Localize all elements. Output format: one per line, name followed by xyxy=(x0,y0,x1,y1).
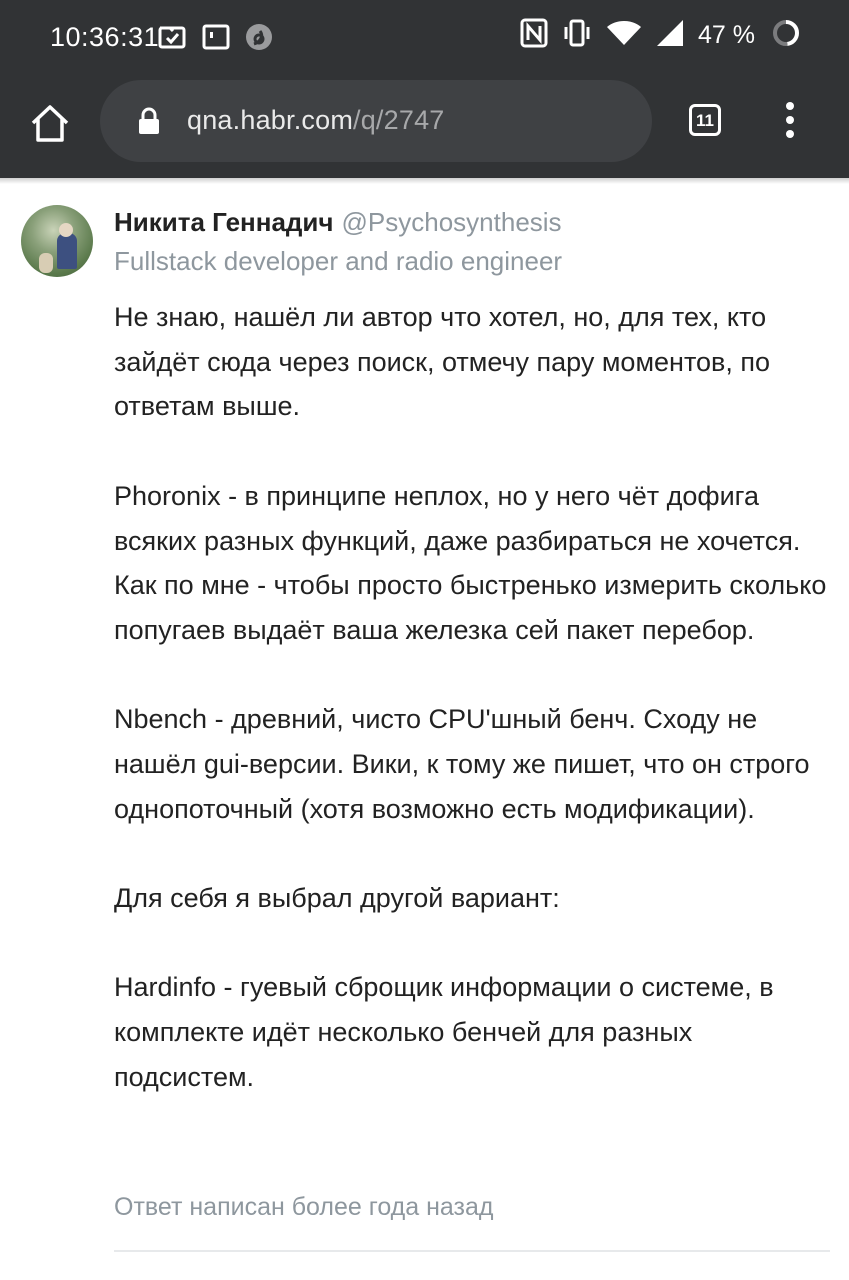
status-system-icons: 47 % xyxy=(520,18,801,53)
tab-switcher-button[interactable]: 11 xyxy=(689,104,721,136)
status-bar: 10:36:31 47 % xyxy=(0,0,849,78)
answer-paragraph: Не знаю, нашёл ли автор что хотел, но, д… xyxy=(114,302,771,422)
nfc-icon xyxy=(520,18,548,53)
home-button[interactable] xyxy=(28,102,72,146)
status-notification-icons xyxy=(158,22,274,57)
answer-timestamp: Ответ написан более года назад xyxy=(114,1193,494,1221)
browser-toolbar: qna.habr.com/q/2747 11 xyxy=(0,78,849,178)
author-line: Никита Геннадич @Psychosynthesis xyxy=(114,207,562,238)
signal-icon xyxy=(656,19,684,52)
battery-percent: 47 % xyxy=(698,21,755,49)
wifi-icon xyxy=(606,19,642,52)
divider xyxy=(114,1250,830,1252)
answer-paragraph: Phoronix - в принципе неплох, но у него … xyxy=(114,480,827,645)
lock-icon xyxy=(136,106,162,141)
battery-icon xyxy=(771,18,801,53)
avatar[interactable] xyxy=(21,205,93,277)
more-menu-icon[interactable] xyxy=(780,102,800,142)
author-name[interactable]: Никита Геннадич xyxy=(114,207,334,237)
address-bar[interactable]: qna.habr.com/q/2747 xyxy=(100,80,652,162)
url-host: qna.habr.com xyxy=(187,105,354,135)
author-handle[interactable]: @Psychosynthesis xyxy=(342,207,562,237)
image-check-icon xyxy=(158,23,188,56)
screen-icon xyxy=(202,23,230,56)
answer-paragraph: Для себя я выбрал другой вариант: xyxy=(114,883,560,914)
vibrate-icon xyxy=(562,18,592,53)
app-icon xyxy=(244,22,274,57)
author-role: Fullstack developer and radio engineer xyxy=(114,246,563,276)
status-time: 10:36:31 xyxy=(50,22,160,52)
home-icon xyxy=(31,105,69,142)
url-text: qna.habr.com/q/2747 xyxy=(187,105,445,136)
answer-paragraph: Nbench - древний, чисто CPU'шный бенч. С… xyxy=(114,704,810,824)
answer-paragraph: Hardinfo - гуевый сброщик информации о с… xyxy=(114,972,774,1092)
url-path: /q/2747 xyxy=(353,105,445,135)
toolbar-shadow xyxy=(0,178,849,184)
answer-body: Не знаю, нашёл ли автор что хотел, но, д… xyxy=(114,295,834,1100)
